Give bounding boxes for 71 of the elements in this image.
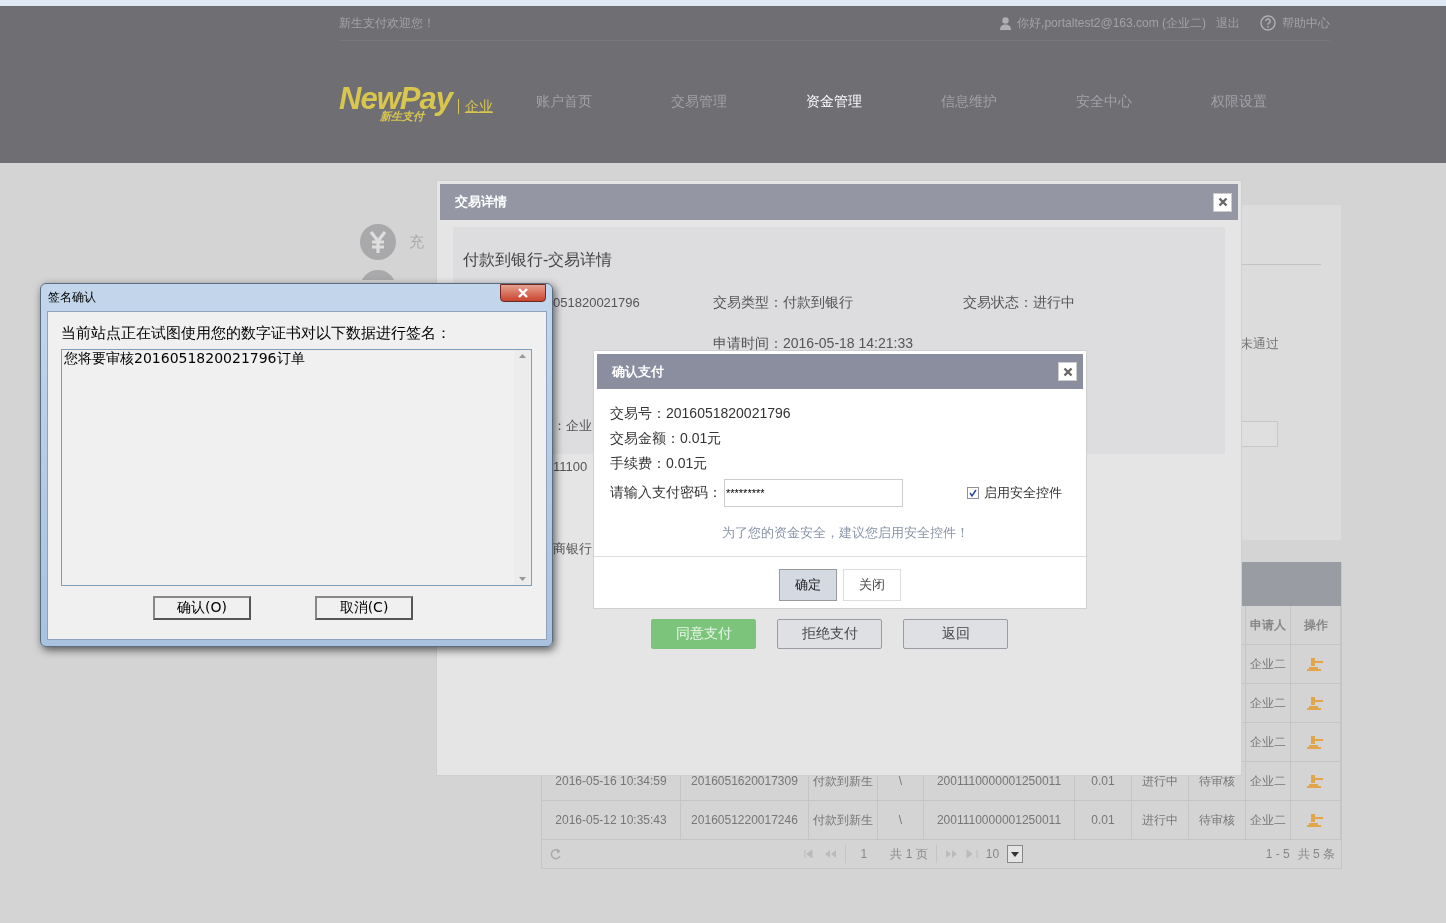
confirm-button[interactable]: 确定 [779,569,837,601]
table-cell: 2001110000001250011 [924,801,1075,840]
table-cell: 企业二 [1246,645,1291,684]
close-button[interactable]: 关闭 [843,569,901,601]
table-cell: 2016-05-12 10:35:43 [542,801,681,840]
gavel-icon[interactable] [1307,774,1324,788]
password-label: 请输入支付密码： [610,484,722,502]
refresh-icon[interactable] [550,848,562,860]
record-total: 共 5 条 [1297,845,1335,863]
table-cell: \ [878,801,924,840]
close-icon [1217,197,1228,207]
detail-field: 申请时间：2016-05-18 14:21:33 [713,334,913,353]
record-range: 1 - 5 [1265,847,1290,861]
gavel-icon[interactable] [1307,813,1324,827]
gavel-icon[interactable] [1307,696,1324,710]
action-button[interactable]: 拒绝支付 [777,619,882,649]
dialog-title: 交易详情 [455,193,507,211]
column-header: 申请人 [1246,606,1291,645]
page-number[interactable]: 1 [854,847,883,861]
table-cell: 2016051220017246 [681,801,809,840]
yuan-icon[interactable] [360,224,396,260]
status-text: 未通过 [1240,335,1279,353]
page-size[interactable]: 10 [985,847,1000,861]
user-icon [1000,16,1012,30]
password-field[interactable]: ********* [724,479,903,507]
table-cell: 0.01 [1075,801,1132,840]
dropdown-button[interactable] [1007,845,1024,863]
page-count: 共 1 页 [890,845,928,863]
help-icon[interactable] [1260,15,1276,31]
approve-button[interactable]: 同意支付 [651,619,756,649]
scroll-up-icon[interactable] [519,354,526,358]
detail-field: 交易类型：付款到银行 [713,293,853,312]
table-cell: 企业二 [1246,801,1291,840]
detail-heading: 付款到银行-交易详情 [463,250,614,270]
detail-field: 商银行 [553,539,592,558]
window-title: 签名确认 [48,289,96,306]
gavel-icon[interactable] [1307,657,1324,671]
enterprise-link[interactable]: 企业 [457,98,493,114]
close-icon [1062,366,1073,377]
dialog-button[interactable]: 取消(C) [315,596,413,620]
column-header: 操作 [1291,606,1341,645]
table-cell: 进行中 [1132,801,1189,840]
table-cell: 企业二 [1246,762,1291,801]
action-button[interactable]: 返回 [903,619,1008,649]
last-page-icon[interactable] [965,850,978,858]
close-icon [517,288,529,298]
payment-info: 手续费：0.01元 [610,454,709,473]
checkbox-label: 启用安全控件 [984,484,1062,502]
hint-text: 为了您的资金安全，建议您启用安全控件！ [722,524,970,542]
dialog-button[interactable]: 确认(O) [153,596,251,620]
detail-field: ：企业 [553,416,592,435]
close-button[interactable] [500,284,546,302]
table-cell: 企业二 [1246,684,1291,723]
input-field[interactable] [1241,421,1278,447]
checkbox[interactable] [967,487,979,499]
text-area[interactable]: 您将要审核2016051820021796订单 [61,349,532,586]
next-page-icon[interactable] [944,850,958,858]
scroll-down-icon[interactable] [519,577,526,581]
payment-info: 交易金额：0.01元 [610,429,723,448]
table-cell: 待审核 [1189,801,1246,840]
dialog-title: 确认支付 [612,362,664,381]
detail-field: 11100 [553,459,588,474]
caret-icon [1011,851,1020,857]
table-cell: 付款到新生 [809,801,878,840]
prompt-text: 当前站点正在试图使用您的数字证书对以下数据进行签名： [61,323,452,344]
table-cell: 企业二 [1246,723,1291,762]
gavel-icon[interactable] [1307,735,1324,749]
previous-page-icon[interactable] [824,850,838,858]
nav-item[interactable]: 资金管理 [805,93,941,111]
detail-field: 交易状态：进行中 [963,293,1075,312]
payment-info: 交易号：2016051820021796 [610,404,792,423]
